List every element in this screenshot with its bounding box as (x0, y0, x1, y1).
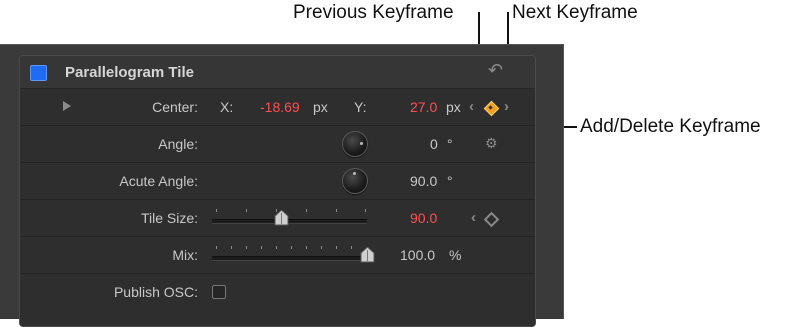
center-x-value[interactable]: -18.69 (260, 99, 300, 115)
row-center: Center: X: -18.69 px Y: 27.0 px ‹ › (20, 89, 535, 126)
acute-angle-value[interactable]: 90.0 (410, 173, 437, 189)
panel-title: Parallelogram Tile (65, 64, 194, 81)
center-x-label: X: (220, 99, 234, 115)
tile-size-slider-track[interactable] (212, 219, 367, 224)
callout-add-delete-keyframe: Add/Delete Keyframe (580, 116, 761, 137)
tile-size-slider-thumb[interactable] (274, 210, 289, 226)
mix-value[interactable]: 100.0 (400, 247, 435, 263)
mix-slider-thumb[interactable] (360, 247, 375, 263)
tile-size-keyframe-diamond-icon[interactable] (483, 211, 500, 228)
center-y-unit: px (446, 99, 461, 115)
callout-previous-keyframe: Previous Keyframe (293, 2, 454, 23)
angle-dial[interactable] (342, 131, 368, 157)
enable-checkbox[interactable] (30, 65, 47, 81)
angle-value[interactable]: 0 (430, 136, 438, 152)
center-label: Center: (152, 99, 198, 115)
acute-angle-unit: ° (447, 173, 453, 189)
publish-osc-label: Publish OSC: (113, 284, 198, 300)
center-y-label: Y: (354, 99, 367, 115)
row-acute-angle: Acute Angle: 90.0 ° (20, 163, 535, 200)
publish-osc-checkbox[interactable] (212, 285, 226, 299)
keyframe-diamond-icon[interactable] (483, 100, 500, 117)
center-y-value[interactable]: 27.0 (410, 99, 437, 115)
tile-size-previous-keyframe-icon[interactable]: ‹ (471, 209, 476, 226)
acute-angle-label: Acute Angle: (119, 173, 198, 189)
callout-next-keyframe: Next Keyframe (512, 2, 638, 23)
row-mix: Mix: 100.0 % (20, 237, 535, 274)
previous-keyframe-icon[interactable]: ‹ (469, 98, 474, 115)
mix-label: Mix: (172, 247, 198, 263)
angle-unit: ° (447, 136, 453, 152)
reset-arrow-icon[interactable]: ↶ (488, 60, 503, 81)
expand-triangle-icon[interactable] (63, 101, 71, 111)
tile-size-value[interactable]: 90.0 (410, 210, 437, 226)
parallelogram-tile-panel: Parallelogram Tile ↶ Center: X: -18.69 p… (19, 55, 536, 327)
panel-header: Parallelogram Tile ↶ (20, 56, 535, 89)
mix-slider-track[interactable] (212, 256, 367, 261)
angle-label: Angle: (158, 136, 198, 152)
row-tile-size: Tile Size: 90.0 ‹ (20, 200, 535, 237)
acute-angle-dial[interactable] (342, 168, 368, 194)
next-keyframe-icon[interactable]: › (504, 98, 509, 115)
row-publish-osc: Publish OSC: (20, 274, 535, 310)
mix-unit: % (449, 247, 462, 263)
tile-size-label: Tile Size: (140, 210, 198, 226)
row-angle: Angle: 0 ° ⚙ (20, 126, 535, 163)
center-x-unit: px (313, 99, 328, 115)
gear-icon[interactable]: ⚙ (485, 135, 498, 152)
